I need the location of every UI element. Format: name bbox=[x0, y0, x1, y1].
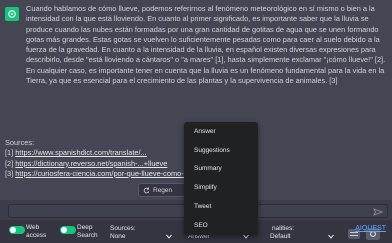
mode-dropdown-menu: Answer Suggestions Summary Simplify Twee… bbox=[184, 122, 258, 235]
menu-item-answer[interactable]: Answer bbox=[184, 122, 258, 141]
menu-item-summary[interactable]: Summary bbox=[184, 160, 258, 179]
web-access-label: Web access bbox=[26, 224, 47, 239]
personalities-select-label: nalities: bbox=[272, 225, 295, 232]
source-link[interactable]: https://dictionary.reverso.net/spanish-.… bbox=[15, 159, 167, 168]
chevron-down-icon bbox=[328, 234, 334, 239]
sources-select-label: Sources: bbox=[110, 225, 136, 232]
regenerate-label: Regen bbox=[153, 186, 173, 194]
regenerate-button[interactable]: Regen bbox=[138, 183, 186, 197]
personalities-select[interactable]: Default bbox=[270, 233, 291, 240]
menu-item-tweet[interactable]: Tweet bbox=[184, 197, 258, 216]
source-number: [1] bbox=[5, 148, 14, 158]
menu-item-simplify[interactable]: Simplify bbox=[184, 178, 258, 197]
send-icon[interactable] bbox=[373, 207, 383, 217]
refresh-icon bbox=[143, 187, 150, 193]
aiquest-link[interactable]: AIQUEST bbox=[355, 225, 386, 232]
deep-search-label: Deep Search bbox=[77, 224, 98, 239]
menu-item-seo[interactable]: SEO bbox=[184, 216, 258, 235]
chevron-down-icon bbox=[166, 234, 172, 239]
sources-select[interactable]: None bbox=[110, 233, 126, 240]
source-number: [3] bbox=[5, 168, 14, 178]
assistant-message-text: Cuando hablamos de cómo llueve, podemos … bbox=[26, 4, 386, 86]
source-number: [2] bbox=[5, 158, 14, 168]
openai-logo-icon bbox=[8, 10, 16, 18]
deep-search-toggle[interactable] bbox=[60, 226, 76, 234]
source-link[interactable]: https://www.spanishdict.com/translate/..… bbox=[15, 148, 146, 157]
assistant-avatar bbox=[5, 7, 19, 21]
web-access-toggle[interactable] bbox=[9, 226, 25, 234]
menu-item-suggestions[interactable]: Suggestions bbox=[184, 141, 258, 160]
